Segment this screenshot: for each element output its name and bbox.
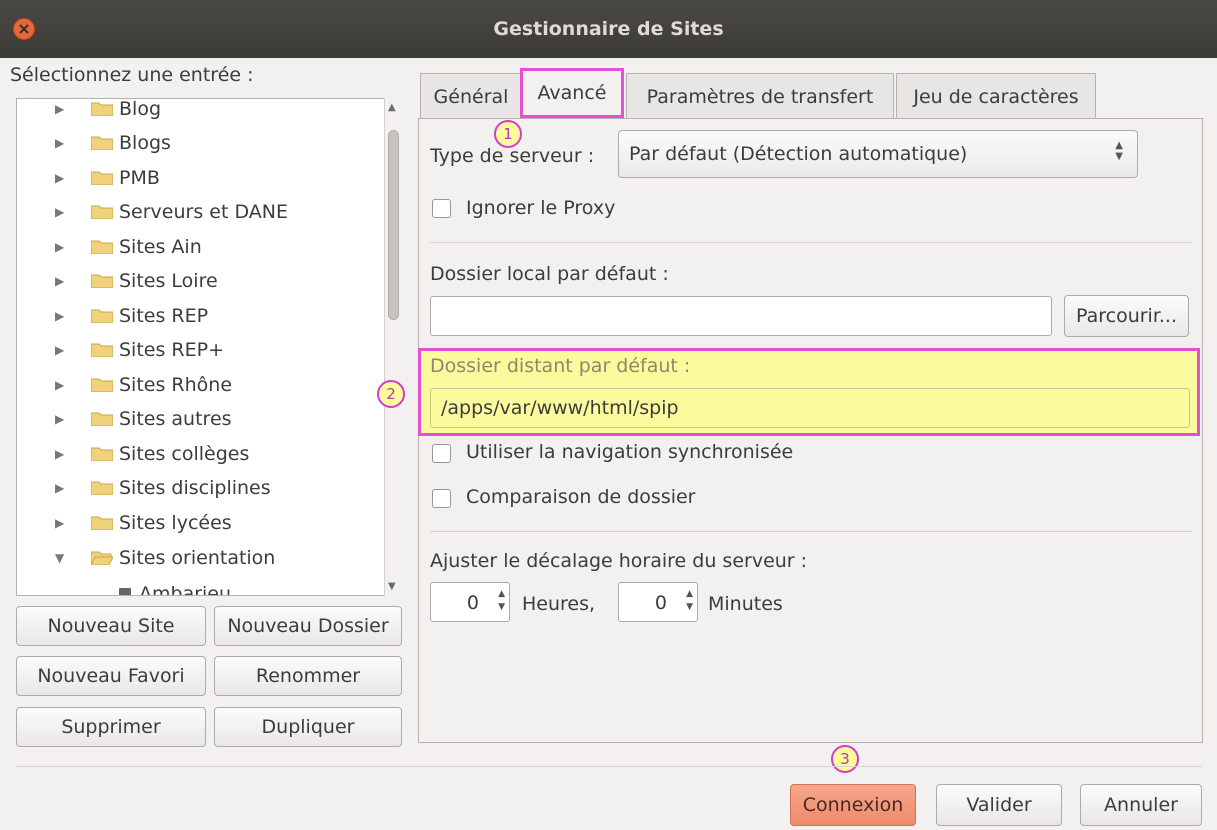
- expand-arrow-icon[interactable]: ▶: [55, 378, 64, 392]
- expand-arrow-icon[interactable]: ▶: [55, 102, 64, 116]
- spinner-arrows-icon[interactable]: ▲ ▼: [686, 588, 693, 614]
- expand-arrow-icon[interactable]: ▶: [55, 412, 64, 426]
- sync-nav-checkbox[interactable]: [432, 444, 451, 463]
- dir-compare-label: Comparaison de dossier: [466, 486, 696, 508]
- annotation-marker-1: 1: [494, 120, 522, 148]
- tree-item-label: Sites Loire: [119, 270, 218, 292]
- annotation-marker-2: 2: [377, 380, 405, 408]
- server-type-value: Par défaut (Détection automatique): [629, 143, 968, 165]
- hours-label: Heures,: [522, 593, 596, 615]
- browse-button[interactable]: Parcourir...: [1064, 295, 1189, 337]
- tree-item-label: Sites autres: [119, 408, 232, 430]
- folder-icon: [91, 309, 113, 323]
- tree-item-label: PMB: [119, 167, 160, 189]
- site-icon: [119, 588, 131, 595]
- tree-scrollbar[interactable]: ▲ ▼: [384, 98, 402, 596]
- tab-transfer-settings[interactable]: Paramètres de transfert: [626, 73, 894, 119]
- folder-icon: [91, 205, 113, 219]
- scrollbar-thumb[interactable]: [388, 130, 399, 320]
- expand-arrow-icon[interactable]: ▶: [55, 240, 64, 254]
- select-arrows-icon: ▲ ▼: [1115, 140, 1123, 162]
- folder-icon: [91, 378, 113, 392]
- expand-arrow-icon[interactable]: ▶: [55, 343, 64, 357]
- tree-item-label: Sites REP: [119, 305, 209, 327]
- ignore-proxy-checkbox[interactable]: [432, 199, 451, 218]
- expand-arrow-icon[interactable]: ▶: [55, 136, 64, 150]
- scroll-up-icon[interactable]: ▲: [388, 102, 396, 113]
- minutes-value: 0: [654, 592, 667, 614]
- tree-item-label: Blogs: [119, 132, 171, 154]
- folder-icon: [91, 240, 113, 254]
- local-dir-input[interactable]: [430, 296, 1052, 336]
- footer-separator: [16, 766, 1202, 767]
- expand-arrow-icon[interactable]: ▶: [55, 447, 64, 461]
- tree-item-label: Sites Rhône: [119, 374, 233, 396]
- folder-open-icon: [91, 551, 113, 565]
- sync-nav-label: Utiliser la navigation synchronisée: [466, 441, 794, 463]
- tab-general[interactable]: Général: [420, 73, 522, 119]
- rename-button[interactable]: Renommer: [214, 656, 402, 696]
- expand-arrow-icon[interactable]: ▶: [55, 516, 64, 530]
- annotation-marker-3: 3: [831, 745, 859, 773]
- folder-icon: [91, 136, 113, 150]
- duplicate-button[interactable]: Dupliquer: [214, 707, 402, 747]
- new-site-button[interactable]: Nouveau Site: [16, 606, 206, 646]
- dir-compare-checkbox[interactable]: [432, 489, 451, 508]
- new-bookmark-button[interactable]: Nouveau Favori: [16, 656, 206, 696]
- tree-item-label: Sites orientation: [119, 547, 276, 569]
- local-dir-label: Dossier local par défaut :: [430, 263, 669, 285]
- remote-dir-input[interactable]: /apps/var/www/html/spip: [430, 388, 1190, 428]
- delete-button[interactable]: Supprimer: [16, 707, 206, 747]
- folder-icon: [91, 516, 113, 530]
- tree-item-label: Sites lycées: [119, 512, 232, 534]
- expand-arrow-icon[interactable]: ▶: [55, 171, 64, 185]
- tree-item-label: Serveurs et DANE: [119, 201, 288, 223]
- new-folder-button[interactable]: Nouveau Dossier: [214, 606, 402, 646]
- tab-advanced[interactable]: Avancé: [520, 68, 624, 118]
- folder-icon: [91, 343, 113, 357]
- tree-item-label: Blog: [119, 98, 161, 120]
- collapse-arrow-icon[interactable]: ▼: [55, 551, 64, 565]
- folder-icon: [91, 274, 113, 288]
- expand-arrow-icon[interactable]: ▶: [55, 274, 64, 288]
- tree-item-label: Ambarieu: [139, 583, 232, 596]
- timezone-label: Ajuster le décalage horaire du serveur :: [430, 550, 808, 572]
- connect-button[interactable]: Connexion: [790, 784, 916, 826]
- expand-arrow-icon[interactable]: ▶: [55, 309, 64, 323]
- folder-icon: [91, 447, 113, 461]
- tab-charset[interactable]: Jeu de caractères: [896, 73, 1096, 119]
- tree-item-label: Sites disciplines: [119, 477, 271, 499]
- minutes-label: Minutes: [708, 593, 783, 615]
- server-type-label: Type de serveur :: [430, 145, 595, 167]
- select-entry-label: Sélectionnez une entrée :: [10, 64, 254, 86]
- tree-item-label: Sites REP+: [119, 339, 225, 361]
- ignore-proxy-label: Ignorer le Proxy: [466, 197, 616, 219]
- server-type-select[interactable]: Par défaut (Détection automatique) ▲ ▼: [618, 130, 1138, 178]
- hours-spinner[interactable]: 0 ▲ ▼: [430, 582, 510, 622]
- separator: [430, 242, 1192, 243]
- ok-button[interactable]: Valider: [936, 784, 1062, 826]
- tree-item-label: Sites Ain: [119, 236, 202, 258]
- hours-value: 0: [466, 592, 479, 614]
- folder-icon: [91, 412, 113, 426]
- site-tree[interactable]: ▶ Blog ▶ Blogs ▶ PMB ▶ Serveurs et DANE …: [16, 98, 402, 596]
- scroll-down-icon[interactable]: ▼: [388, 581, 396, 592]
- folder-icon: [91, 171, 113, 185]
- tree-item-label: Sites collèges: [119, 443, 250, 465]
- cancel-button[interactable]: Annuler: [1080, 784, 1202, 826]
- window-title: Gestionnaire de Sites: [493, 18, 724, 40]
- remote-dir-label: Dossier distant par défaut :: [430, 355, 691, 377]
- title-bar: Gestionnaire de Sites: [0, 0, 1217, 58]
- folder-icon: [91, 481, 113, 495]
- folder-icon: [91, 102, 113, 116]
- separator: [430, 531, 1192, 532]
- spinner-arrows-icon[interactable]: ▲ ▼: [498, 588, 505, 614]
- expand-arrow-icon[interactable]: ▶: [55, 205, 64, 219]
- expand-arrow-icon[interactable]: ▶: [55, 481, 64, 495]
- minutes-spinner[interactable]: 0 ▲ ▼: [618, 582, 698, 622]
